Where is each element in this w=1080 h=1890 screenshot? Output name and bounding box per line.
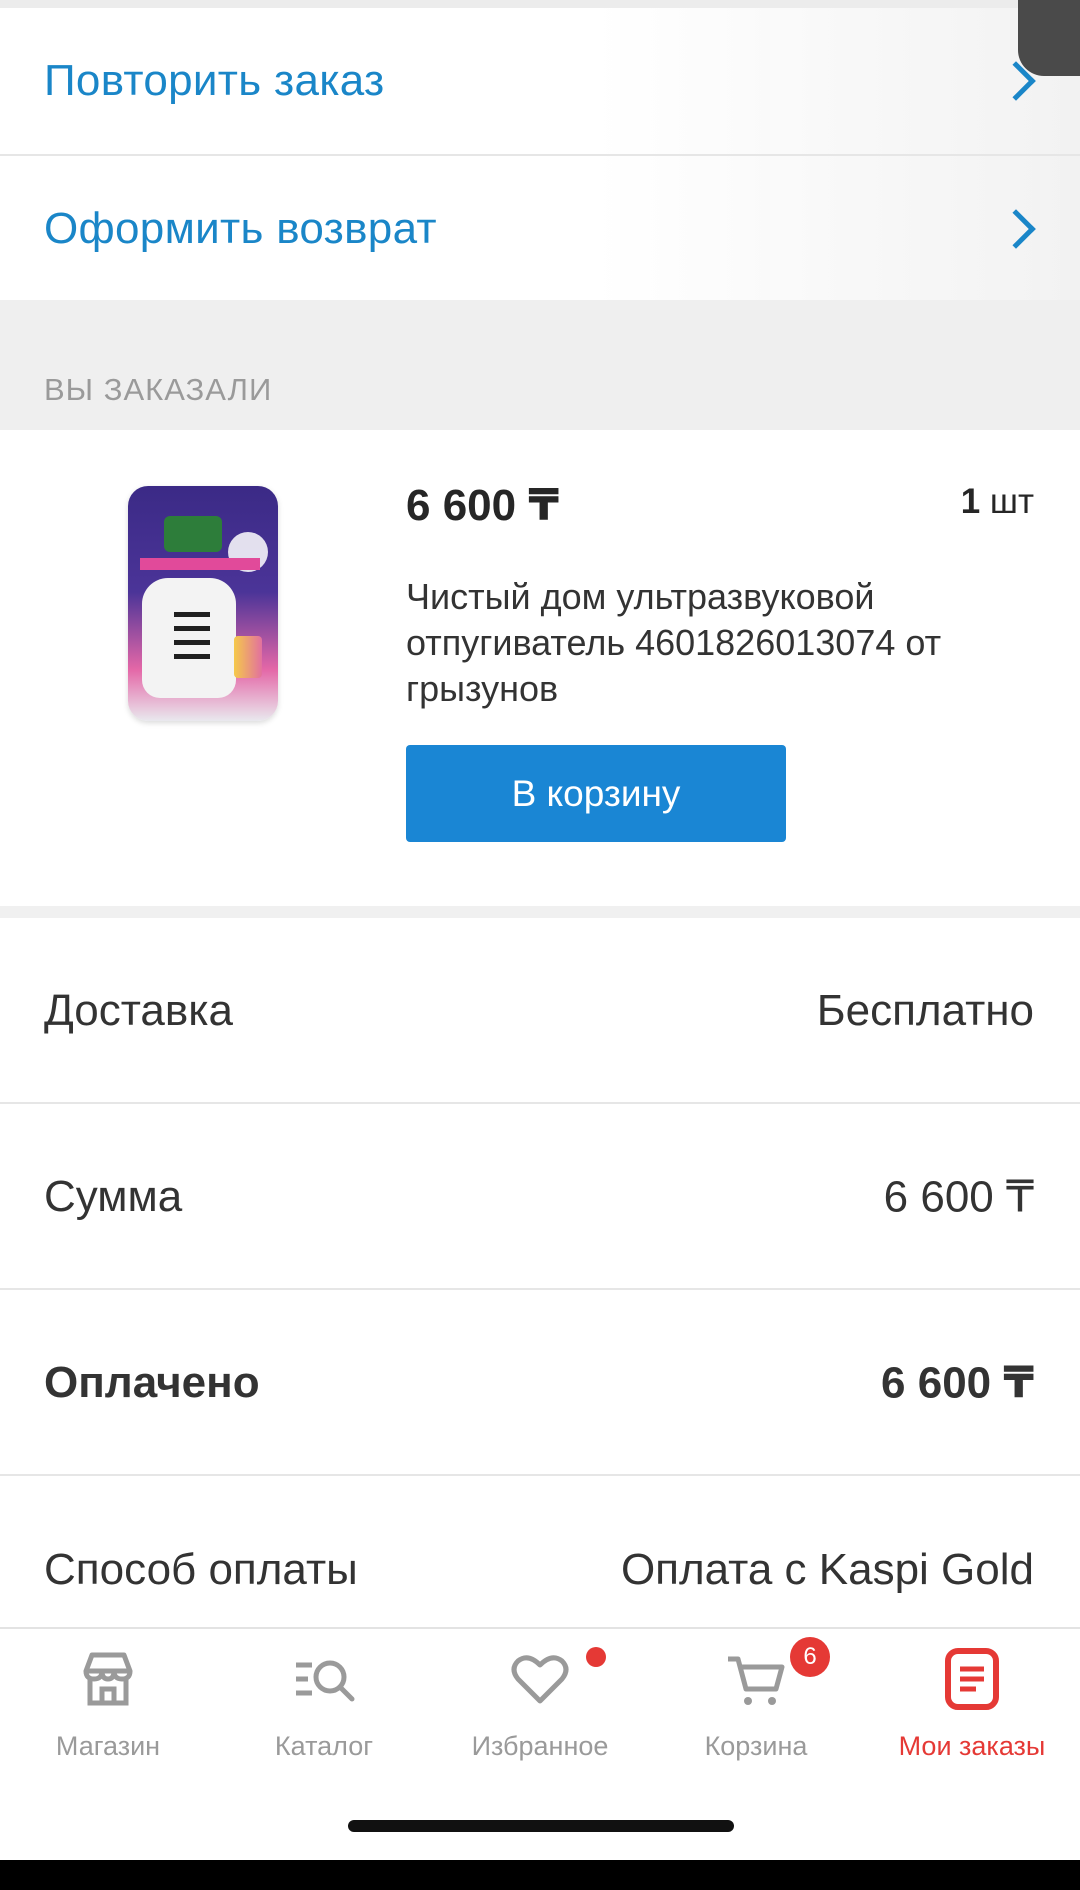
product-name[interactable]: Чистый дом ультразвуковой отпугиватель 4… bbox=[406, 574, 1006, 712]
section-separator bbox=[0, 906, 1080, 918]
home-indicator[interactable] bbox=[348, 1820, 734, 1832]
return-order-label: Оформить возврат bbox=[44, 204, 437, 253]
tab-my-orders[interactable]: Мои заказы bbox=[864, 1647, 1080, 1767]
product-price: 6 600 ₸ bbox=[406, 481, 559, 530]
repeat-order-row[interactable]: Повторить заказ bbox=[0, 8, 1080, 154]
cart-badge: 6 bbox=[790, 1637, 830, 1677]
ordered-product-card: 6 600 ₸ 1 шт Чистый дом ультразвуковой о… bbox=[0, 430, 1080, 906]
cart-icon bbox=[728, 1656, 785, 1705]
quantity-value: 1 bbox=[960, 482, 981, 521]
tab-catalog[interactable]: Каталог bbox=[216, 1647, 432, 1767]
tab-cart[interactable]: 6 Корзина bbox=[648, 1637, 864, 1767]
tab-store-label: Магазин bbox=[55, 1731, 161, 1761]
tab-catalog-label: Каталог bbox=[274, 1731, 374, 1761]
sum-value: 6 600 ₸ bbox=[883, 1172, 1034, 1222]
tab-my-orders-label: Мои заказы bbox=[898, 1731, 1046, 1761]
payment-method-label: Способ оплаты bbox=[44, 1545, 358, 1594]
paid-label: Оплачено bbox=[44, 1358, 260, 1407]
chevron-right-icon bbox=[996, 209, 1036, 249]
product-quantity: 1 шт bbox=[961, 482, 1034, 522]
paid-row: Оплачено 6 600 ₸ bbox=[0, 1290, 1080, 1476]
product-package-icon[interactable] bbox=[128, 486, 278, 721]
favorites-dot bbox=[586, 1647, 606, 1667]
repeat-order-label: Повторить заказ bbox=[44, 56, 385, 105]
delivery-label: Доставка bbox=[44, 986, 233, 1035]
tab-cart-label: Корзина bbox=[704, 1731, 808, 1761]
orders-icon bbox=[945, 1648, 999, 1710]
screen-bottom-edge bbox=[0, 1860, 1080, 1890]
scroll-handle[interactable] bbox=[1018, 0, 1080, 76]
top-edge bbox=[0, 0, 1080, 8]
tab-favorites[interactable]: Избранное bbox=[432, 1647, 648, 1767]
sum-row: Сумма 6 600 ₸ bbox=[0, 1104, 1080, 1290]
section-title: ВЫ ЗАКАЗАЛИ bbox=[44, 372, 273, 407]
add-to-cart-button[interactable]: В корзину bbox=[406, 745, 786, 842]
sum-label: Сумма bbox=[44, 1172, 183, 1221]
catalog-search-icon bbox=[296, 1660, 355, 1702]
return-order-row[interactable]: Оформить возврат bbox=[0, 156, 1080, 302]
section-header bbox=[0, 300, 1080, 430]
paid-value: 6 600 ₸ bbox=[881, 1358, 1034, 1408]
delivery-row: Доставка Бесплатно bbox=[0, 918, 1080, 1104]
tab-store[interactable]: Магазин bbox=[0, 1647, 216, 1767]
heart-icon bbox=[511, 1655, 569, 1704]
payment-method-row: Способ оплаты Оплата с Kaspi Gold bbox=[0, 1476, 1080, 1626]
quantity-unit: шт bbox=[989, 482, 1034, 521]
tab-favorites-label: Избранное bbox=[471, 1731, 609, 1761]
store-icon bbox=[83, 1652, 133, 1706]
payment-method-value: Оплата с Kaspi Gold bbox=[620, 1545, 1034, 1594]
delivery-value: Бесплатно bbox=[816, 986, 1034, 1035]
